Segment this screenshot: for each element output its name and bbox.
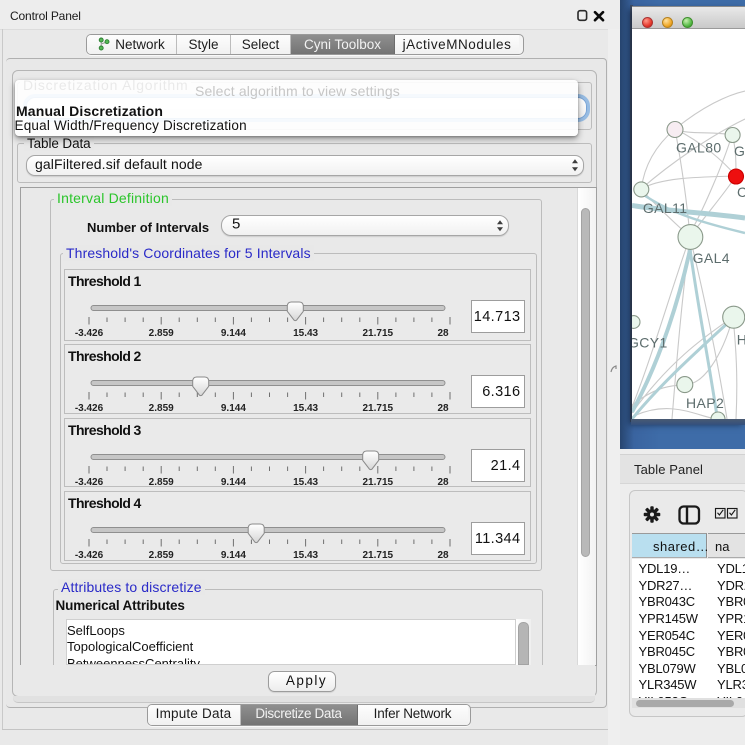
svg-text:GAL4: GAL4 (693, 250, 730, 266)
svg-text:21.715: 21.715 (363, 550, 394, 561)
svg-text:21.715: 21.715 (363, 328, 394, 339)
svg-text:GAL80: GAL80 (676, 139, 722, 155)
svg-text:9.144: 9.144 (221, 403, 246, 414)
svg-text:15.43: 15.43 (293, 477, 318, 488)
svg-text:-3.426: -3.426 (75, 477, 104, 488)
svg-text:21.715: 21.715 (363, 403, 394, 414)
svg-text:2.859: 2.859 (149, 328, 174, 339)
svg-text:-3.426: -3.426 (75, 403, 104, 414)
svg-text:9.144: 9.144 (221, 328, 246, 339)
svg-text:C: C (737, 184, 745, 200)
svg-text:GA: GA (734, 143, 745, 159)
svg-text:15.43: 15.43 (293, 550, 318, 561)
svg-text:H: H (737, 331, 745, 347)
svg-text:21.715: 21.715 (363, 477, 394, 488)
svg-text:15.43: 15.43 (293, 403, 318, 414)
svg-text:-3.426: -3.426 (75, 328, 104, 339)
svg-text:9.144: 9.144 (221, 550, 246, 561)
svg-text:9.144: 9.144 (221, 477, 246, 488)
svg-text:-3.426: -3.426 (75, 550, 104, 561)
svg-text:2.859: 2.859 (149, 477, 174, 488)
svg-text:28: 28 (437, 477, 449, 488)
svg-text:2.859: 2.859 (149, 550, 174, 561)
svg-text:28: 28 (437, 550, 449, 561)
svg-text:GCY1: GCY1 (632, 334, 668, 350)
svg-text:HAP2: HAP2 (686, 395, 724, 411)
svg-text:28: 28 (437, 403, 449, 414)
svg-text:GAL11: GAL11 (643, 200, 688, 216)
svg-text:28: 28 (437, 328, 449, 339)
svg-text:2.859: 2.859 (149, 403, 174, 414)
svg-text:15.43: 15.43 (293, 328, 318, 339)
